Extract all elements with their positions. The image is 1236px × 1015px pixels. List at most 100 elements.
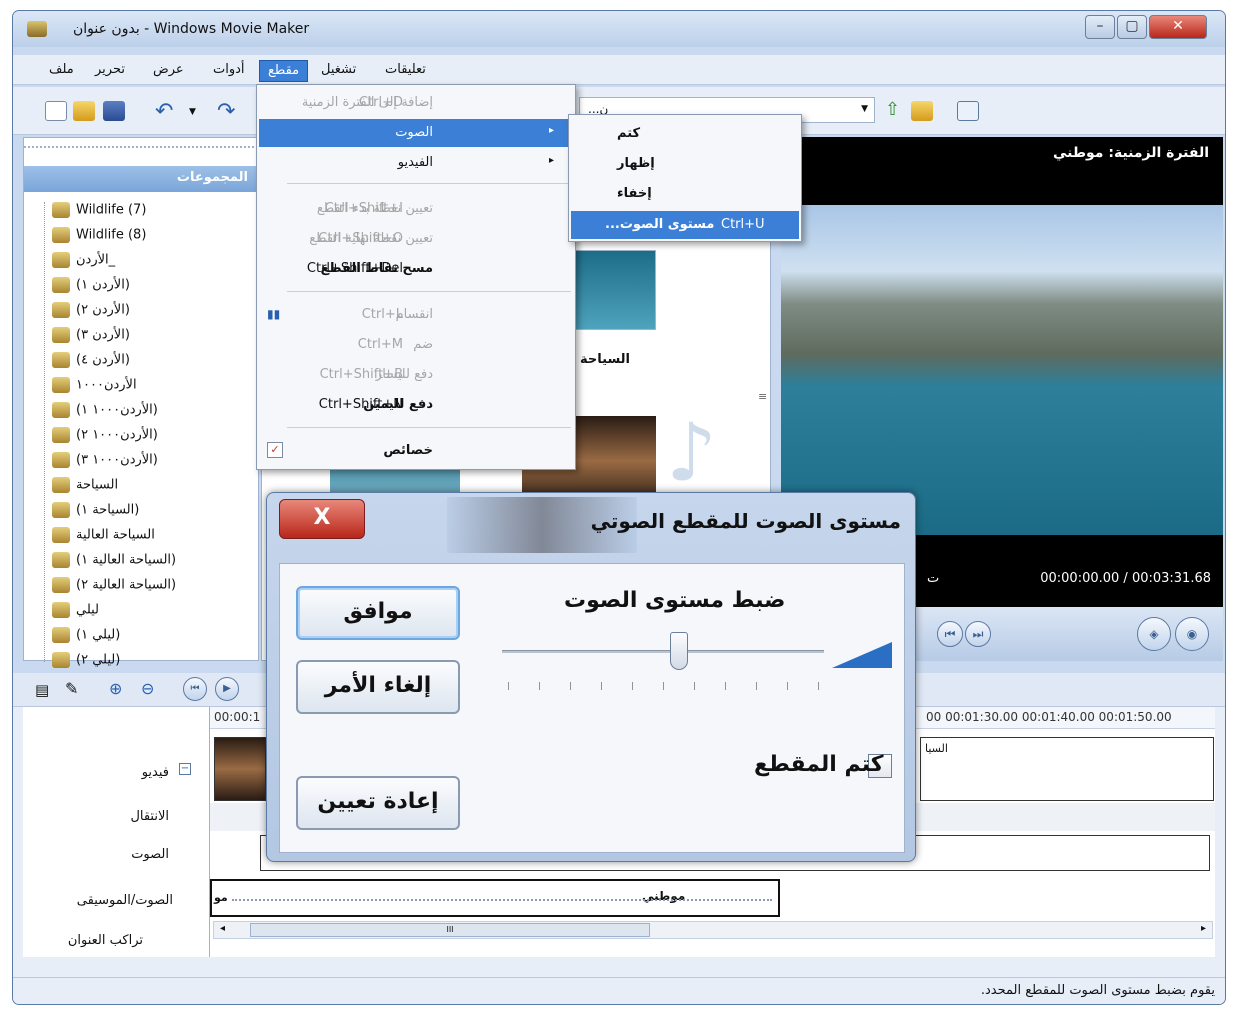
submenu-item-mute[interactable]: كتم [605, 121, 795, 149]
menu-item-nudge-right[interactable]: دفع لليمين Ctrl+Shift+N [259, 391, 573, 419]
open-project-icon[interactable] [73, 101, 95, 121]
menu-comments[interactable]: تعليقات [377, 60, 434, 82]
menu-item-set-start-trim[interactable]: تعيين نقطة بدء القطع Ctrl+Shift+I [259, 195, 573, 223]
menu-item-audio[interactable]: الصوت ▸ [259, 119, 573, 147]
collection-item[interactable]: (الأردن١٠٠٠ ٢) [52, 427, 158, 451]
scroll-thumb[interactable]: III [250, 923, 650, 937]
close-window-button[interactable]: ✕ [1149, 15, 1207, 39]
menu-edit[interactable]: تحرير [87, 60, 133, 82]
volume-slider-thumb[interactable] [670, 632, 689, 670]
slider-tick [601, 682, 602, 690]
menu-item-clear-trim[interactable]: مسح نقاط القطع Ctrl+Shift+Del [259, 255, 573, 283]
next-frame-button[interactable]: ⏭ [965, 621, 991, 647]
collection-item[interactable]: ليلي [52, 602, 99, 626]
new-project-icon[interactable] [45, 101, 67, 121]
dialog-close-button[interactable]: X [279, 499, 365, 539]
collection-item[interactable]: (السياحة العالية ٢) [52, 577, 176, 601]
snapshot-button[interactable]: ◉ [1175, 617, 1209, 651]
clip-thumbnail[interactable] [572, 250, 656, 330]
collection-item-label: Wildlife (7) [76, 202, 147, 218]
window-title: بدون عنوان - Windows Movie Maker [73, 21, 310, 37]
scroll-right-arrow-icon[interactable]: ▸ [1201, 923, 1206, 934]
slider-tick [756, 682, 757, 690]
volume-level-icon [832, 642, 892, 668]
collection-item[interactable]: الأردن_ [52, 252, 115, 276]
submenu-item-fade-in[interactable]: إظهار [605, 151, 795, 179]
up-one-level-icon[interactable]: ⇧ [885, 99, 900, 120]
music-clip[interactable]: مو موطني [210, 879, 780, 917]
collections-pane: المجموعات Wildlife (7) Wildlife (8) الأردن… [23, 137, 259, 668]
split-button[interactable]: ◈ [1137, 617, 1171, 651]
timeline-horizontal-scrollbar[interactable]: ◂ III ▸ [213, 921, 1213, 939]
collection-item[interactable]: (الأردن ١) [52, 277, 130, 301]
collection-item[interactable]: (السياحة العالية ١) [52, 552, 176, 576]
collection-item[interactable]: Wildlife (7) [52, 202, 146, 226]
collection-item[interactable]: (الأردن ٣) [52, 327, 130, 351]
minimize-button[interactable]: – [1085, 15, 1115, 39]
ruler-end: 00 00:01:30.00 00:01:40.00 00:01:50.00 [926, 710, 1172, 724]
save-project-icon[interactable] [103, 101, 125, 121]
audio-clip-volume-dialog: مستوى الصوت للمقطع الصوتي X موافق إلغاء … [266, 492, 916, 862]
menu-item-properties[interactable]: ✓ خصائص [259, 437, 573, 465]
menu-tools[interactable]: أدوات [205, 60, 253, 82]
collection-item-label: السياحة العالية [76, 527, 155, 543]
scroll-left-arrow-icon[interactable]: ◂ [220, 923, 225, 934]
collection-item[interactable]: (الأردن ٢) [52, 302, 130, 326]
collection-folder-icon [52, 452, 70, 468]
pane-scroll-grip[interactable]: ≡ [758, 390, 767, 403]
rewind-timeline-button[interactable]: ⏮ [183, 677, 207, 701]
collapse-track-icon[interactable]: − [179, 763, 191, 775]
maximize-button[interactable]: ▢ [1117, 15, 1147, 39]
collection-item[interactable]: السياحة العالية [52, 527, 155, 551]
menu-item-add-to-timeline[interactable]: إضافة إلى الفترة الزمنية Ctrl+D [259, 89, 573, 117]
collection-item[interactable]: (الأردن١٠٠٠ ٣) [52, 452, 158, 476]
previous-frame-button[interactable]: ⏮ [937, 621, 963, 647]
collection-item[interactable]: (السياحة ١) [52, 502, 139, 526]
submenu-item-volume[interactable]: ...مستوى الصوت Ctrl+U [571, 211, 799, 239]
zoom-in-icon[interactable]: ⊕ [109, 679, 122, 698]
menu-item-nudge-left[interactable]: دفع لليسار Ctrl+Shift+B [259, 361, 573, 389]
collection-item[interactable]: السياحة [52, 477, 118, 501]
ok-button[interactable]: موافق [296, 586, 460, 640]
views-icon[interactable] [957, 101, 979, 121]
dialog-title: مستوى الصوت للمقطع الصوتي [590, 509, 901, 533]
menu-separator [287, 427, 571, 428]
collection-item[interactable]: الأردن١٠٠٠ [52, 377, 137, 401]
collection-item[interactable]: (الأردن ٤) [52, 352, 130, 376]
collection-item[interactable]: (ليلي ١) [52, 627, 120, 651]
menu-clip[interactable]: مقطع [259, 60, 309, 82]
zoom-out-icon[interactable]: ⊖ [141, 679, 154, 698]
menu-item-video[interactable]: الفيديو ▸ [259, 149, 573, 177]
collection-item[interactable]: Wildlife (8) [52, 227, 146, 251]
new-folder-icon[interactable] [911, 101, 933, 121]
redo-icon[interactable]: ↷ [217, 99, 235, 124]
submenu-item-fade-out[interactable]: إخفاء [605, 181, 795, 209]
pane-divider [24, 146, 258, 158]
menu-item-combine[interactable]: ضم Ctrl+M [259, 331, 573, 359]
cancel-button[interactable]: إلغاء الأمر [296, 660, 460, 714]
collection-folder-icon [52, 327, 70, 343]
reset-button[interactable]: إعادة تعيين [296, 776, 460, 830]
preview-title: الفترة الزمنية: موطني [1052, 145, 1209, 161]
collection-item-label: ليلي [76, 602, 100, 618]
collection-item-label: (السياحة العالية ٢) [76, 577, 177, 593]
play-timeline-button[interactable]: ▶ [215, 677, 239, 701]
menu-item-set-end-trim[interactable]: تعيين نقطة نهاية القطع Ctrl+Shift+O [259, 225, 573, 253]
undo-dropdown-icon[interactable]: ▼ [189, 107, 196, 117]
storyboard-icon[interactable]: ▤ [35, 681, 49, 699]
menu-play[interactable]: تشغيل [313, 60, 364, 82]
clip-menu-dropdown: إضافة إلى الفترة الزمنية Ctrl+D الصوت ▸ … [256, 84, 576, 470]
menu-file[interactable]: ملف [41, 60, 82, 82]
video-clip[interactable]: السيا [920, 737, 1214, 801]
collection-item-label: (ليلي ٢) [76, 652, 121, 668]
narrate-icon[interactable]: ✎ [65, 679, 78, 698]
volume-slider-track[interactable] [502, 650, 824, 653]
collection-folder-icon [52, 427, 70, 443]
menu-separator [287, 183, 571, 184]
slider-tick [632, 682, 633, 690]
video-clip[interactable] [214, 737, 266, 801]
undo-icon[interactable]: ↶ [155, 99, 173, 124]
menu-item-split[interactable]: ▮▮ انقسام Ctrl+L [259, 301, 573, 329]
menu-view[interactable]: عرض [145, 60, 192, 82]
collection-item[interactable]: (الأردن١٠٠٠ ١) [52, 402, 158, 426]
